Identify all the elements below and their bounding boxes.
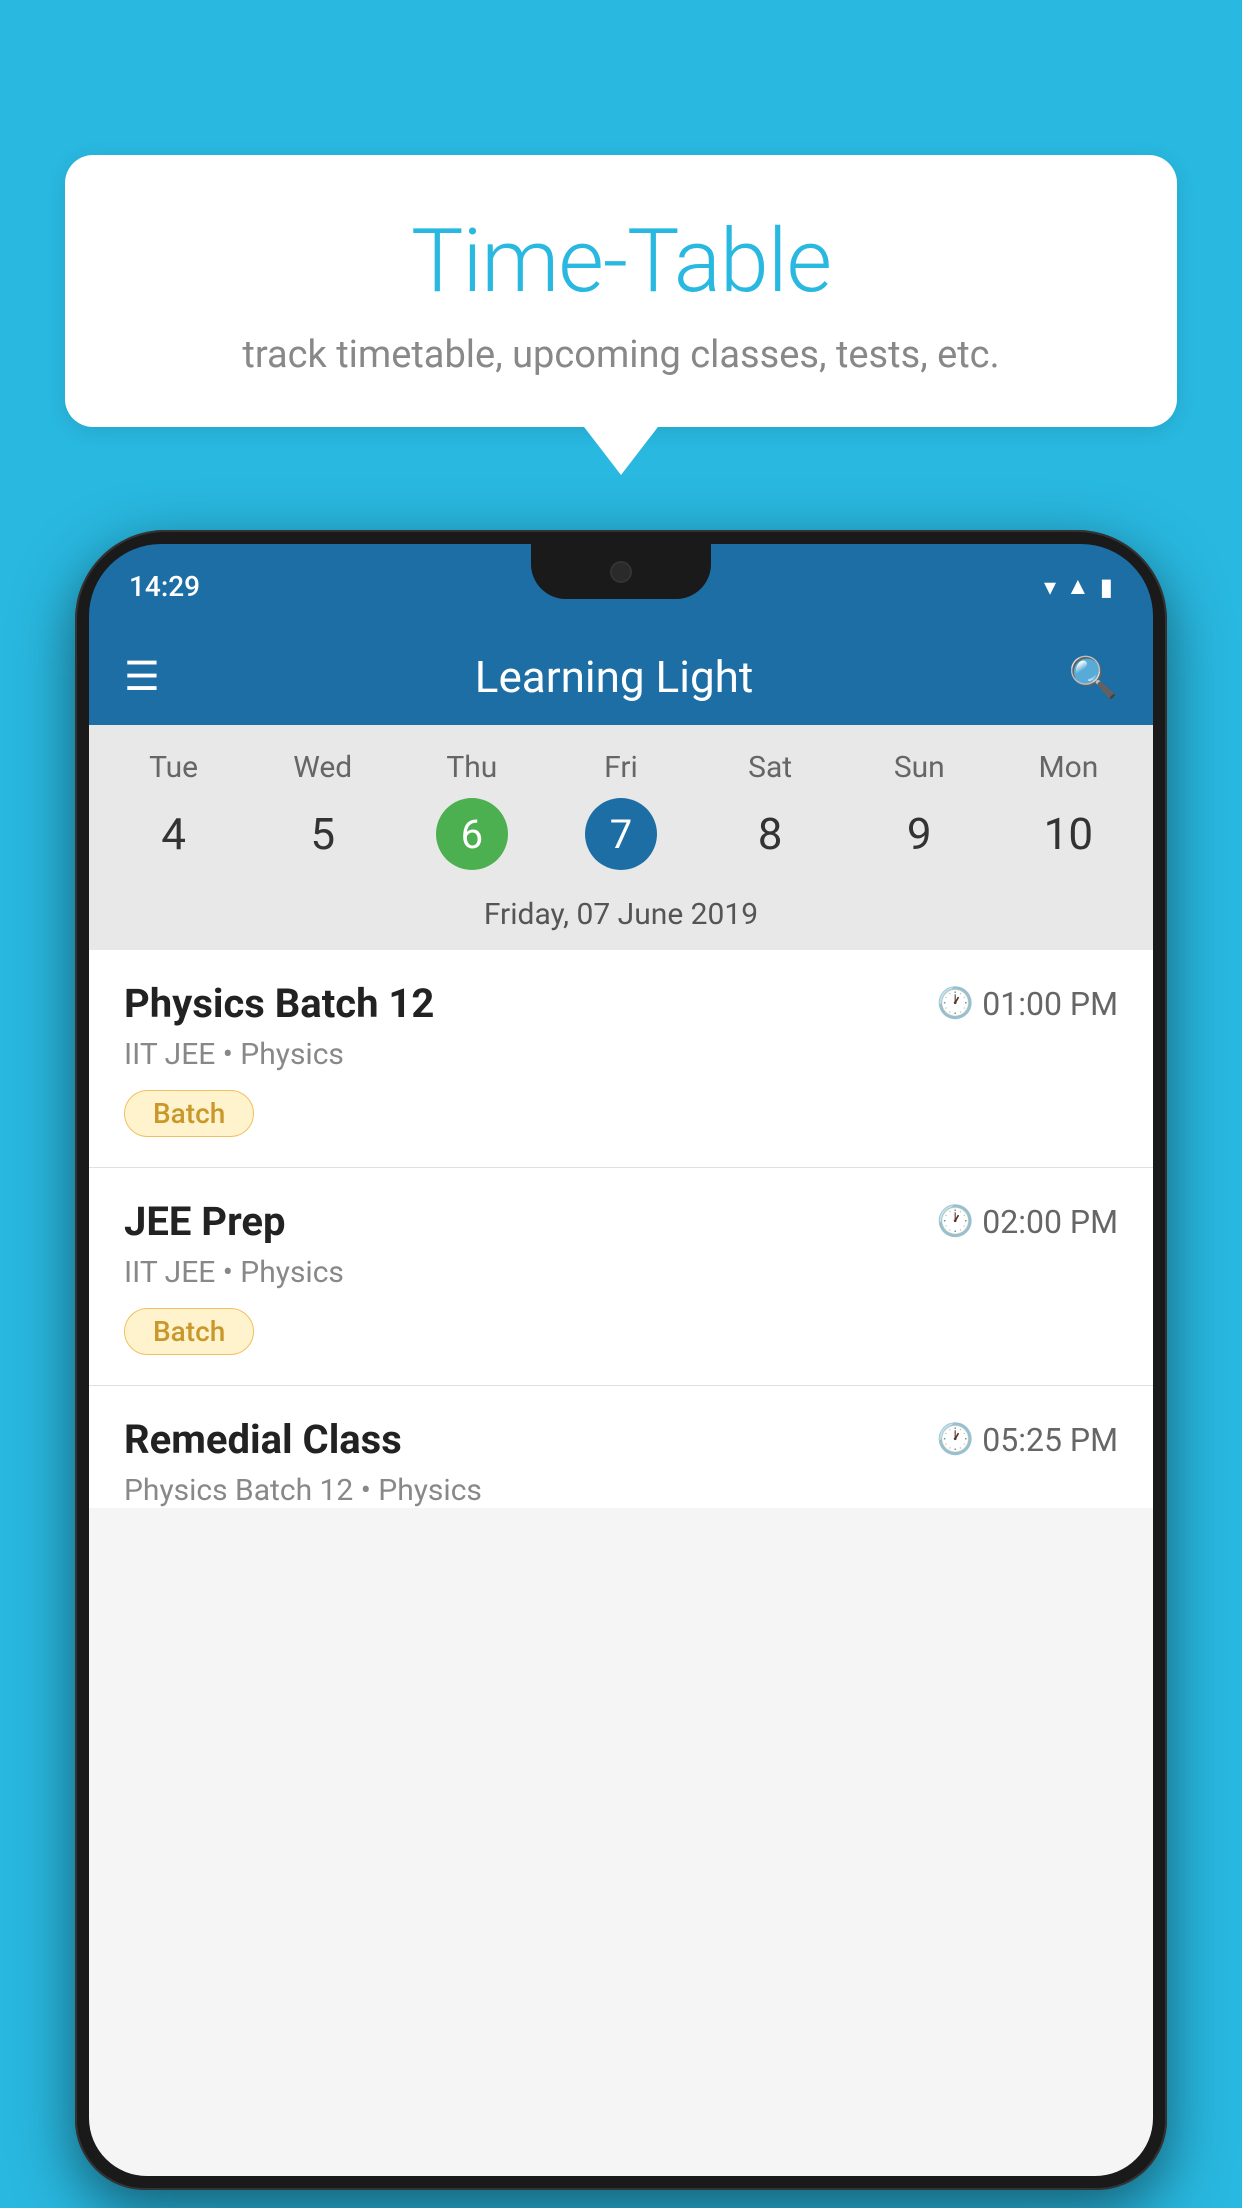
- class-item-jee-prep[interactable]: JEE Prep 🕐 02:00 PM IIT JEE • Physics Ba…: [89, 1168, 1153, 1386]
- status-icons: ▾ ▲ ▮: [1044, 572, 1113, 601]
- batch-badge: Batch: [124, 1090, 254, 1137]
- class-item-remedial[interactable]: Remedial Class 🕐 05:25 PM Physics Batch …: [89, 1386, 1153, 1508]
- clock-icon: 🕐: [937, 1422, 974, 1457]
- day-9[interactable]: 9: [845, 803, 994, 865]
- signal-icon: ▲: [1066, 572, 1090, 601]
- speech-bubble-card: Time-Table track timetable, upcoming cla…: [65, 155, 1177, 427]
- day-5[interactable]: 5: [248, 803, 397, 865]
- app-title: Learning Light: [475, 651, 754, 703]
- class-meta: Physics Batch 12 • Physics: [124, 1473, 1118, 1508]
- hamburger-icon[interactable]: ☰: [124, 657, 160, 697]
- phone-screen: ☰ Learning Light 🔍 Tue Wed Thu Fri Sat S…: [89, 629, 1153, 2176]
- class-name: JEE Prep: [124, 1198, 285, 1245]
- class-item-header: JEE Prep 🕐 02:00 PM: [124, 1198, 1118, 1245]
- class-time: 🕐 01:00 PM: [937, 985, 1118, 1023]
- class-meta: IIT JEE • Physics: [124, 1037, 1118, 1072]
- day-header-sat: Sat: [696, 745, 845, 790]
- day-8[interactable]: 8: [696, 803, 845, 865]
- calendar-strip: Tue Wed Thu Fri Sat Sun Mon 4 5 6 7 8 9 …: [89, 725, 1153, 950]
- day-header-wed: Wed: [248, 745, 397, 790]
- class-list: Physics Batch 12 🕐 01:00 PM IIT JEE • Ph…: [89, 950, 1153, 1508]
- phone-mockup: 14:29 ▾ ▲ ▮ ☰ Learning Light 🔍 Tue: [75, 530, 1167, 2208]
- day-header-sun: Sun: [845, 745, 994, 790]
- class-time: 🕐 02:00 PM: [937, 1203, 1118, 1241]
- class-name: Remedial Class: [124, 1416, 402, 1463]
- class-item-header: Remedial Class 🕐 05:25 PM: [124, 1416, 1118, 1463]
- day-header-thu: Thu: [397, 745, 546, 790]
- day-header-fri: Fri: [546, 745, 695, 790]
- status-bar: 14:29 ▾ ▲ ▮: [89, 544, 1153, 629]
- speech-bubble-subtitle: track timetable, upcoming classes, tests…: [125, 333, 1117, 377]
- speech-bubble-section: Time-Table track timetable, upcoming cla…: [65, 155, 1177, 427]
- wifi-icon: ▾: [1044, 573, 1056, 601]
- phone-body: 14:29 ▾ ▲ ▮ ☰ Learning Light 🔍 Tue: [75, 530, 1167, 2190]
- day-7-selected[interactable]: 7: [585, 798, 657, 870]
- app-header: ☰ Learning Light 🔍: [89, 629, 1153, 725]
- status-time: 14:29: [129, 570, 200, 603]
- selected-date-label: Friday, 07 June 2019: [89, 885, 1153, 950]
- class-time: 🕐 05:25 PM: [937, 1421, 1118, 1459]
- day-6-today[interactable]: 6: [436, 798, 508, 870]
- day-header-mon: Mon: [994, 745, 1143, 790]
- phone-notch: [531, 544, 711, 599]
- class-name: Physics Batch 12: [124, 980, 434, 1027]
- battery-icon: ▮: [1100, 573, 1113, 601]
- class-meta: IIT JEE • Physics: [124, 1255, 1118, 1290]
- clock-icon: 🕐: [937, 986, 974, 1021]
- day-headers: Tue Wed Thu Fri Sat Sun Mon: [89, 745, 1153, 790]
- search-icon[interactable]: 🔍: [1068, 654, 1118, 701]
- day-header-tue: Tue: [99, 745, 248, 790]
- day-numbers: 4 5 6 7 8 9 10: [89, 790, 1153, 885]
- day-4[interactable]: 4: [99, 803, 248, 865]
- speech-bubble-title: Time-Table: [125, 210, 1117, 313]
- camera: [610, 561, 632, 583]
- class-item-physics-batch[interactable]: Physics Batch 12 🕐 01:00 PM IIT JEE • Ph…: [89, 950, 1153, 1168]
- day-10[interactable]: 10: [994, 803, 1143, 865]
- class-item-header: Physics Batch 12 🕐 01:00 PM: [124, 980, 1118, 1027]
- batch-badge: Batch: [124, 1308, 254, 1355]
- clock-icon: 🕐: [937, 1204, 974, 1239]
